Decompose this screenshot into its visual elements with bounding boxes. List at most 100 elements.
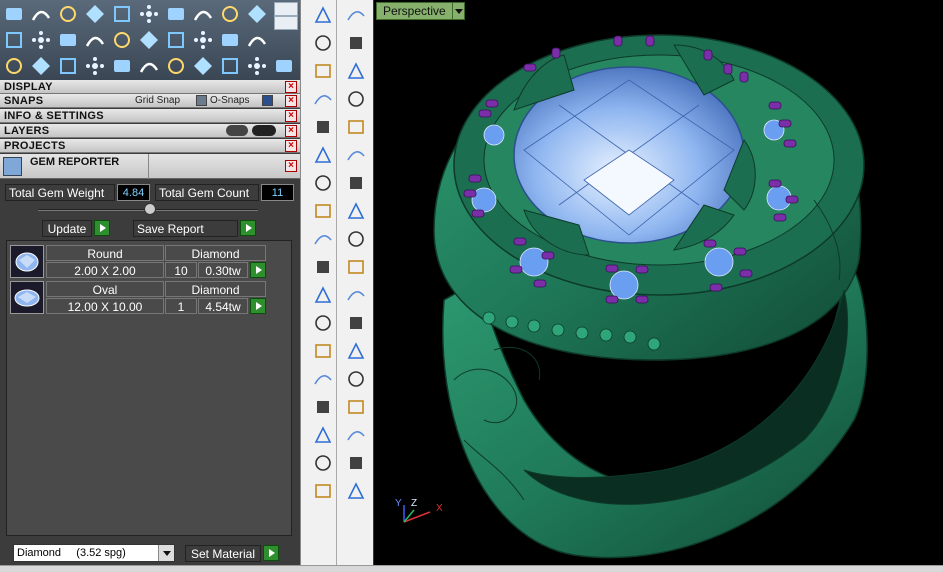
- layers-section[interactable]: LAYERS ×: [0, 124, 300, 138]
- scissors-icon[interactable]: [244, 53, 270, 78]
- hook-icon[interactable]: [341, 114, 371, 140]
- arc-icon[interactable]: [28, 53, 54, 78]
- close-icon[interactable]: ×: [285, 81, 297, 93]
- pin-icon[interactable]: [341, 366, 371, 392]
- grid-snap-label[interactable]: Grid Snap: [135, 95, 180, 106]
- close-icon[interactable]: ×: [285, 125, 297, 137]
- cursor-icon[interactable]: [308, 2, 338, 28]
- update-button[interactable]: Update: [42, 220, 92, 237]
- circle-icon[interactable]: [271, 53, 297, 78]
- star-icon[interactable]: [308, 478, 338, 504]
- split-icon[interactable]: [82, 53, 108, 78]
- info-settings-section[interactable]: INFO & SETTINGS ×: [0, 109, 300, 123]
- 3d-viewport[interactable]: Perspective Y Z X: [374, 0, 943, 565]
- polyline-icon[interactable]: [308, 58, 338, 84]
- text-icon[interactable]: [341, 170, 371, 196]
- display-section[interactable]: DISPLAY ×: [0, 80, 300, 94]
- gallery-icon[interactable]: [217, 27, 243, 52]
- atom-icon[interactable]: [341, 58, 371, 84]
- grid-icon[interactable]: [109, 1, 135, 26]
- cog-icon[interactable]: [244, 27, 270, 52]
- chevron-down-icon[interactable]: [158, 545, 174, 561]
- circle-icon[interactable]: [308, 114, 338, 140]
- door-icon[interactable]: [109, 27, 135, 52]
- close-icon[interactable]: ×: [285, 160, 297, 172]
- extrude-icon[interactable]: [341, 198, 371, 224]
- sparkle-icon[interactable]: [190, 27, 216, 52]
- layer-toggle-icon[interactable]: [226, 125, 248, 136]
- set-material-button[interactable]: Set Material: [185, 545, 261, 562]
- set-material-go-icon[interactable]: [263, 545, 279, 561]
- comb-icon[interactable]: [341, 310, 371, 336]
- view-selector[interactable]: Perspective: [376, 2, 465, 20]
- burst-icon[interactable]: [163, 53, 189, 78]
- ring-model[interactable]: [374, 0, 943, 565]
- update-go-icon[interactable]: [94, 220, 110, 236]
- cut-prism-icon[interactable]: [341, 394, 371, 420]
- pave-icon[interactable]: [136, 1, 162, 26]
- eye-icon[interactable]: [252, 125, 276, 136]
- page-icon[interactable]: [82, 27, 108, 52]
- solid-box-icon[interactable]: [341, 282, 371, 308]
- render-icon[interactable]: [217, 1, 243, 26]
- pencil-icon[interactable]: [341, 478, 371, 504]
- gem-icon[interactable]: [163, 1, 189, 26]
- cylinder-icon[interactable]: [308, 394, 338, 420]
- surface-icon[interactable]: [308, 422, 338, 448]
- move-icon[interactable]: [109, 53, 135, 78]
- add-point-2-icon[interactable]: [82, 1, 108, 26]
- gem-slider-handle[interactable]: [144, 203, 156, 215]
- chevron-down-icon[interactable]: [451, 3, 464, 19]
- cube-edit-icon[interactable]: [308, 282, 338, 308]
- gem-row-go-icon[interactable]: [250, 262, 266, 278]
- gem-row-go-icon[interactable]: [250, 298, 266, 314]
- bend-icon[interactable]: [308, 310, 338, 336]
- ellipse-icon[interactable]: [308, 142, 338, 168]
- scale-icon[interactable]: [136, 53, 162, 78]
- fillet-icon[interactable]: [55, 53, 81, 78]
- molecules-icon[interactable]: [341, 86, 371, 112]
- grid-snap-toggle[interactable]: [196, 95, 207, 106]
- knife-icon[interactable]: [341, 2, 371, 28]
- list-item[interactable]: Oval Diamond 12.00 X 10.00 1 4.54tw: [10, 281, 272, 315]
- sphere-icon[interactable]: [308, 366, 338, 392]
- save-report-go-icon[interactable]: [240, 220, 256, 236]
- diamond-icon[interactable]: [28, 27, 54, 52]
- close-icon[interactable]: ×: [285, 110, 297, 122]
- o-snaps-label[interactable]: O-Snaps: [210, 95, 249, 106]
- puzzle-icon[interactable]: [308, 450, 338, 476]
- curve-shape-icon[interactable]: [308, 254, 338, 280]
- layer-number-toggle[interactable]: [274, 2, 298, 16]
- rectangle-icon[interactable]: [308, 198, 338, 224]
- triangle-icon[interactable]: [308, 170, 338, 196]
- boxes-icon[interactable]: [1, 53, 27, 78]
- link-icon[interactable]: [190, 53, 216, 78]
- polygon-icon[interactable]: [308, 226, 338, 252]
- o-snaps-toggle[interactable]: [262, 95, 273, 106]
- curve-icon[interactable]: [28, 1, 54, 26]
- boolean-icon[interactable]: [1, 1, 27, 26]
- grid-array-icon[interactable]: [341, 338, 371, 364]
- cutter-icon[interactable]: [190, 1, 216, 26]
- close-icon[interactable]: ×: [285, 140, 297, 152]
- projects-section[interactable]: PROJECTS ×: [0, 139, 300, 153]
- rect-select-icon[interactable]: [308, 86, 338, 112]
- cut-icon[interactable]: [341, 30, 371, 56]
- box-icon[interactable]: [308, 338, 338, 364]
- add-point-icon[interactable]: [55, 1, 81, 26]
- point-icon[interactable]: [308, 30, 338, 56]
- transform-icon[interactable]: [341, 254, 371, 280]
- plane-icon[interactable]: [55, 27, 81, 52]
- screen-toggle[interactable]: [274, 16, 298, 30]
- close-icon[interactable]: ×: [285, 95, 297, 107]
- unlink-icon[interactable]: [217, 53, 243, 78]
- material-select[interactable]: Diamond (3.52 spg): [13, 544, 175, 562]
- layer-icon[interactable]: [1, 27, 27, 52]
- array-icon[interactable]: [341, 226, 371, 252]
- blob-icon[interactable]: [163, 27, 189, 52]
- settings-icon[interactable]: [244, 1, 270, 26]
- spiral-icon[interactable]: [341, 142, 371, 168]
- check-icon[interactable]: [341, 422, 371, 448]
- save-report-button[interactable]: Save Report: [133, 220, 238, 237]
- gem-stone-icon[interactable]: [341, 450, 371, 476]
